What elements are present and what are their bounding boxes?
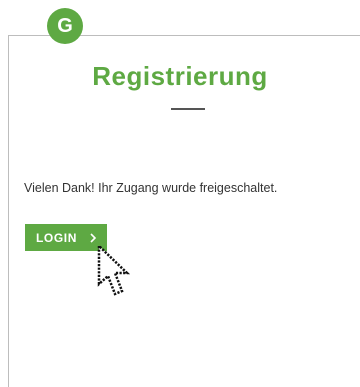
- confirmation-message: Vielen Dank! Ihr Zugang wurde freigescha…: [24, 181, 278, 195]
- mouse-pointer-icon: [97, 244, 131, 296]
- logo-letter: G: [57, 15, 73, 37]
- login-button[interactable]: LOGIN: [25, 224, 107, 251]
- chevron-right-icon: [90, 232, 97, 243]
- page-title: Registrierung: [92, 61, 268, 91]
- login-button-label: LOGIN: [36, 230, 77, 245]
- registration-screen: G Registrierung Vielen Dank! Ihr Zugang …: [0, 0, 360, 387]
- title-divider: [171, 108, 205, 110]
- logo-badge: G: [47, 8, 83, 44]
